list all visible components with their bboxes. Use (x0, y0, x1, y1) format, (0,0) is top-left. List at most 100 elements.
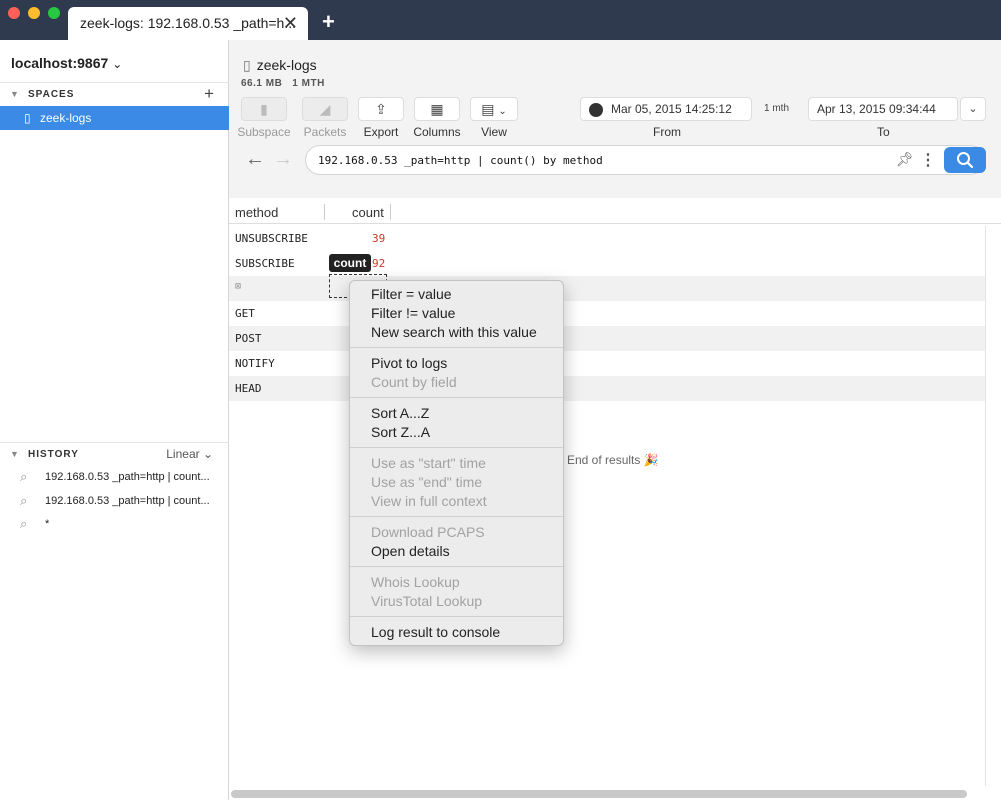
column-header-method[interactable]: method (235, 205, 278, 220)
menu-item-pivot-to-logs[interactable]: Pivot to logs (371, 355, 447, 371)
menu-item-open-details[interactable]: Open details (371, 543, 450, 559)
search-bar[interactable]: 192.168.0.53 _path=http | count() by met… (305, 145, 986, 175)
history-item[interactable]: ⌕ * (0, 513, 229, 537)
back-arrow-icon[interactable]: ← (245, 148, 265, 171)
host-label: localhost:9867 (11, 55, 109, 71)
chevron-down-icon: ⌄ (112, 57, 123, 71)
method-cell[interactable]: UNSUBSCRIBE (235, 232, 308, 245)
end-of-results-text: End of results 🎉 (567, 453, 659, 467)
count-cell[interactable]: 39 (372, 232, 385, 245)
results-table-header: method count (229, 200, 1001, 224)
history-item[interactable]: ⌕ 192.168.0.53 _path=http | count... (0, 490, 229, 514)
more-options-icon[interactable]: ⋮ (920, 150, 936, 170)
count-cell[interactable]: 92 (372, 257, 385, 270)
menu-item-count-by-field[interactable]: Count by field (371, 374, 457, 390)
menu-item-new-search[interactable]: New search with this value (371, 324, 537, 340)
menu-item-filter-not-equals[interactable]: Filter != value (371, 305, 455, 321)
table-icon: ▦ (430, 101, 444, 117)
table-row[interactable]: NOTIFY (229, 351, 986, 376)
subspace-button[interactable]: ▮ (241, 97, 287, 121)
menu-separator (350, 347, 563, 348)
collapse-triangle-icon[interactable]: ▼ (10, 449, 20, 459)
menu-item-use-as-start[interactable]: Use as "start" time (371, 455, 486, 471)
history-item-label: * (45, 518, 50, 530)
history-mode-label: Linear (166, 447, 200, 461)
file-icon: ▯ (24, 111, 31, 125)
menu-item-use-as-end[interactable]: Use as "end" time (371, 474, 482, 490)
method-cell[interactable]: HEAD (235, 382, 262, 395)
method-cell[interactable]: POST (235, 332, 262, 345)
history-item-label: 192.168.0.53 _path=http | count... (45, 495, 210, 507)
search-icon: ⌕ (20, 516, 28, 531)
spaces-section-header[interactable]: ▼ SPACES + (0, 82, 229, 106)
tab-close-icon[interactable]: ✕ (283, 13, 298, 34)
date-range-dropdown[interactable]: ⌄ (960, 97, 986, 121)
context-menu: Filter = value Filter != value New searc… (349, 280, 564, 646)
history-item-label: 192.168.0.53 _path=http | count... (45, 471, 210, 483)
menu-separator (350, 516, 563, 517)
menu-separator (350, 397, 563, 398)
table-row[interactable]: UNSUBSCRIBE 39 (229, 226, 986, 251)
menu-item-download-pcaps[interactable]: Download PCAPS (371, 524, 485, 540)
host-selector[interactable]: localhost:9867 ⌄ (11, 55, 122, 71)
method-cell[interactable]: NOTIFY (235, 357, 275, 370)
menu-item-view-full-context[interactable]: View in full context (371, 493, 487, 509)
method-cell[interactable]: GET (235, 307, 255, 320)
toolbar-area: ▯ zeek-logs 66.1 MB 1 MTH ▮ Subspace ◢ Pac… (229, 40, 1001, 198)
shark-fin-icon: ◢ (319, 101, 331, 117)
vertical-scrollbar[interactable] (985, 226, 1001, 786)
menu-item-sort-desc[interactable]: Sort Z...A (371, 424, 430, 440)
columns-button[interactable]: ▦ (414, 97, 460, 121)
column-header-count[interactable]: count (352, 205, 384, 220)
column-divider[interactable] (390, 204, 391, 220)
chevron-down-icon: ⌄ (968, 103, 978, 115)
new-tab-button[interactable]: + (322, 9, 335, 35)
search-input[interactable]: 192.168.0.53 _path=http | count() by met… (318, 154, 603, 167)
menu-separator (350, 566, 563, 567)
table-row[interactable]: HEAD (229, 376, 986, 401)
menu-item-sort-asc[interactable]: Sort A...Z (371, 405, 429, 421)
tab-zeek-logs[interactable]: zeek-logs: 192.168.0.53 _path=h... ✕ (68, 7, 308, 40)
close-window-button[interactable] (8, 7, 20, 19)
menu-separator (350, 447, 563, 448)
column-divider[interactable] (324, 204, 325, 220)
space-name: zeek-logs (256, 57, 317, 73)
packets-button[interactable]: ◢ (302, 97, 348, 121)
space-size: 66.1 MB (241, 78, 283, 89)
history-item[interactable]: ⌕ 192.168.0.53 _path=http | count... (0, 466, 229, 490)
menu-item-filter-equals[interactable]: Filter = value (371, 286, 452, 302)
collapse-triangle-icon[interactable]: ▼ (10, 89, 20, 99)
history-label: HISTORY (28, 449, 79, 460)
layout-icon: ▤ (481, 101, 495, 117)
search-icon: ⌕ (20, 469, 28, 484)
history-section-header[interactable]: ▼ HISTORY Linear ⌄ (0, 442, 229, 466)
sidebar-item-zeek-logs[interactable]: ▯ zeek-logs (0, 106, 229, 130)
from-date-picker[interactable]: Mar 05, 2015 14:25:12 (580, 97, 752, 121)
view-button[interactable]: ▤ ⌄ (470, 97, 518, 121)
chevron-down-icon: ⌄ (498, 106, 507, 117)
menu-item-virustotal-lookup[interactable]: VirusTotal Lookup (371, 593, 482, 609)
table-row[interactable]: GET (229, 301, 986, 326)
subspace-icon: ▮ (260, 101, 268, 117)
title-bar: zeek-logs: 192.168.0.53 _path=h... ✕ + (0, 0, 1001, 40)
export-button[interactable]: ⇪ (358, 97, 404, 121)
view-label: View (481, 125, 507, 139)
null-value-icon[interactable]: ⊠ (235, 281, 241, 292)
minimize-window-button[interactable] (28, 7, 40, 19)
search-button[interactable] (944, 147, 986, 173)
horizontal-scrollbar[interactable] (231, 790, 967, 798)
history-mode-select[interactable]: Linear ⌄ (166, 447, 213, 461)
menu-item-whois-lookup[interactable]: Whois Lookup (371, 574, 460, 590)
pin-icon[interactable]: 📌︎ (896, 151, 914, 168)
to-date-picker[interactable]: Apr 13, 2015 09:34:44 (808, 97, 958, 121)
maximize-window-button[interactable] (48, 7, 60, 19)
from-label: From (653, 125, 681, 139)
table-row[interactable]: POST (229, 326, 986, 351)
menu-item-log-to-console[interactable]: Log result to console (371, 624, 500, 640)
space-title: ▯ zeek-logs (243, 57, 317, 74)
space-span: 1 MTH (292, 78, 325, 89)
method-cell[interactable]: SUBSCRIBE (235, 257, 295, 270)
forward-arrow-icon[interactable]: → (273, 148, 293, 171)
add-space-button[interactable]: + (204, 84, 215, 104)
main-panel: ▯ zeek-logs 66.1 MB 1 MTH ▮ Subspace ◢ Pac… (229, 40, 1001, 800)
